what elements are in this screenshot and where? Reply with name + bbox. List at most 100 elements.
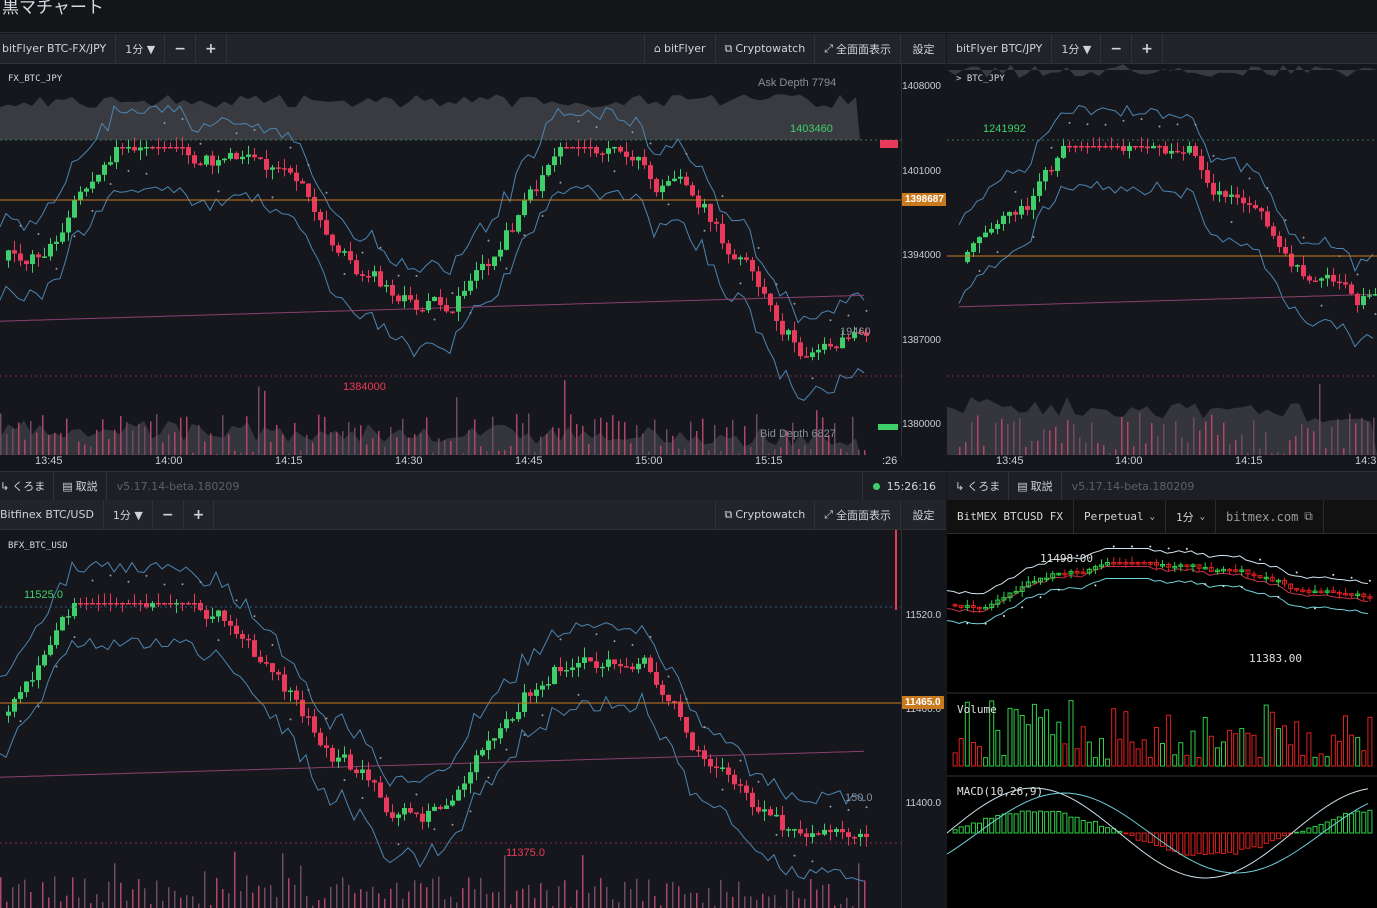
x-tick: 14:00 [155,455,183,467]
kuroma-link[interactable]: ↳ くろま [0,472,55,500]
candle-body [78,191,83,200]
volume-bar [558,886,560,908]
macd-histogram-bar [1275,832,1281,840]
clock-time: 15:26:16 [886,479,936,493]
volume-bar [156,414,158,455]
parabolic-sar-dot [1248,177,1251,180]
candle-body [504,719,509,729]
price-chart-area[interactable]: BFX_BTC_USD 11525.0 11375.0 150.0 [0,530,901,908]
candle-body [192,155,197,164]
volume-bar [234,851,236,908]
contract-dropdown[interactable]: Perpetual ⌄ [1074,500,1166,533]
candle-body [48,644,53,655]
parabolic-sar-dot [829,805,832,808]
candle-body [1361,296,1366,306]
volume-bar [108,439,110,455]
volume-bar [959,447,961,455]
macd-histogram-bar [1202,832,1208,855]
parabolic-sar-dot [685,697,688,700]
exchange-selector[interactable]: Bitfinex BTC/USD [0,500,104,529]
interval-dropdown[interactable]: 1分 ⌄ [1166,500,1217,533]
candle-body [1055,157,1060,172]
candle-body [1223,191,1228,197]
volume-bar [630,889,632,908]
volume-bar [102,419,104,455]
fullscreen-button[interactable]: ⤢ 全面面表示 [814,500,900,529]
macd-histogram-bar [1239,832,1245,850]
interval-dropdown[interactable]: 1分 ▼ [104,500,153,529]
last-price-tag: 11465.0 [902,696,944,709]
external-link-icon: ⧉ [724,41,733,55]
zoom-in-button[interactable]: + [184,500,215,529]
manual-link[interactable]: ▤ 取説 [54,472,107,500]
manual-link[interactable]: ▤ 取説 [1009,472,1062,500]
bitmex-link-label: bitmex.com [1226,509,1299,524]
zoom-out-button[interactable]: − [165,34,196,63]
candle-body [1187,146,1192,153]
macd-title: MACD(10,26,9) [957,785,1044,798]
bitflyer-link-label: bitFlyer [663,42,706,55]
volume-bar [1007,423,1009,455]
interval-dropdown[interactable]: 1分 ▼ [116,34,166,63]
parabolic-sar-dot [397,274,400,277]
bitflyer-link[interactable]: ⌂ bitFlyer [643,34,715,63]
settings-button[interactable]: 設定 [900,500,946,529]
exchange-selector[interactable]: bitFlyer BTC-FX/JPY [0,34,117,63]
volume-bar [384,898,386,908]
x-tick: :26 [882,455,898,467]
zoom-in-button[interactable]: + [196,34,227,63]
symbol-label: > BTC_JPY [956,74,1005,84]
price-axis[interactable]: 11520.0 11460.0 11400.0 11465.0 [901,530,946,908]
candle-body [780,320,785,335]
cryptowatch-link[interactable]: ⧉ Cryptowatch [714,500,815,529]
parabolic-sar-dot [1194,123,1197,126]
kuroma-link[interactable]: ↳ くろま [947,472,1010,500]
time-axis[interactable]: 13:45 14:00 14:15 14:3 [947,455,1377,471]
parabolic-sar-dot [343,779,346,782]
volume-bar [828,884,830,908]
volume-bar [1178,742,1184,767]
volume-bar [852,416,854,455]
parabolic-sar-dot [984,622,987,625]
candle-body [708,203,713,222]
parabolic-sar-dot [37,232,40,235]
volume-bar [348,422,350,455]
price-chart-area[interactable]: FX_BTC_JPY Ask Depth 7794 Bid Depth 6827… [0,64,901,455]
exchange-selector[interactable]: BitMEX BTCUSD FX [947,500,1074,533]
price-axis[interactable]: 1408000 1401000 1394000 1387000 1380000 … [901,64,946,455]
volume-bar [1080,726,1086,767]
volume-bar [1202,717,1208,767]
parabolic-sar-dot [55,267,58,270]
macd-histogram-bar [1068,816,1074,834]
fullscreen-button[interactable]: ⤢ 全面面表示 [814,34,900,63]
interval-dropdown[interactable]: 1分 ▼ [1052,34,1102,63]
settings-button[interactable]: 設定 [900,34,946,63]
volume-bar [570,414,572,455]
parabolic-sar-dot [1086,123,1089,126]
volume-bar [372,438,374,455]
zoom-in-button[interactable]: + [1132,34,1163,63]
candle-body [156,147,161,149]
volume-bar [1241,435,1243,455]
candle-body [1169,150,1174,154]
bitmex-link[interactable]: bitmex.com ⧉ [1216,500,1324,533]
exchange-selector[interactable]: bitFlyer BTC/JPY [947,34,1053,63]
volume-bar [744,896,746,908]
macd-histogram-bar [1221,832,1226,854]
candle-body [744,257,749,260]
cryptowatch-link[interactable]: ⧉ Cryptowatch [714,34,815,63]
candle-body [60,617,65,631]
zoom-out-button[interactable]: − [153,500,184,529]
link-icon: ↳ [0,479,10,493]
volume-bar [24,439,26,455]
candle-body [570,147,575,149]
time-axis[interactable]: 13:45 14:00 14:15 14:30 14:45 15:00 15:1… [0,455,946,471]
volume-bar [1067,420,1069,455]
zoom-out-button[interactable]: − [1101,34,1133,63]
candle-body [606,659,611,667]
volume-bar [576,889,578,908]
candle-body [696,195,701,208]
volume-bar [618,902,620,908]
price-chart-area[interactable]: > BTC_JPY 1241992 [947,64,1377,455]
macd-histogram-bar [1038,810,1043,834]
